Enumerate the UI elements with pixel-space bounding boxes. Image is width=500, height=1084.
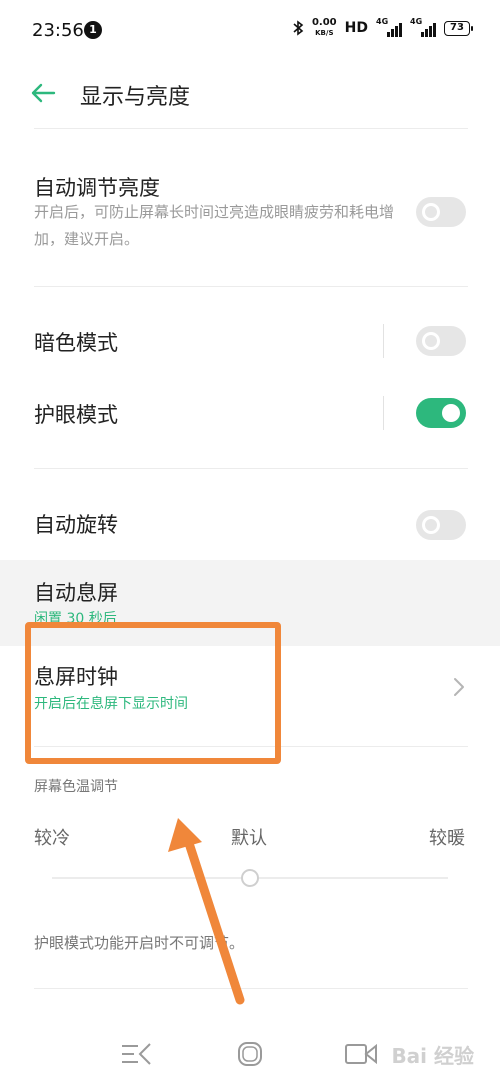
auto-brightness-description: 开启后，可防止屏幕长时间过亮造成眼睛疲劳和耗电增加，建议开启。 — [34, 203, 395, 248]
separator — [383, 324, 384, 358]
auto-rotate-toggle[interactable] — [416, 510, 466, 540]
eye-care-title: 护眼模式 — [34, 403, 118, 427]
watermark-logo: Bai 经验 — [391, 1044, 474, 1068]
back-nav-icon[interactable] — [344, 1040, 380, 1068]
network-speed-value: 0.00 — [311, 17, 337, 28]
auto-sleep-value: 闲置 30 秒后 — [34, 611, 117, 622]
annotation-arrow-icon — [168, 818, 245, 1005]
back-arrow-icon[interactable] — [30, 80, 56, 106]
divider — [34, 468, 468, 469]
status-indicators: 0.00 KB/S HD 4G 4G 73 — [292, 17, 473, 38]
annotation-highlight-box — [25, 622, 281, 764]
separator — [383, 396, 384, 430]
menu-nav-icon[interactable] — [118, 1040, 154, 1068]
dark-mode-title: 暗色模式 — [34, 331, 118, 355]
home-nav-icon[interactable] — [232, 1040, 268, 1068]
color-temp-section-label: 屏幕色温调节 — [34, 779, 118, 795]
dark-mode-toggle[interactable] — [416, 326, 466, 356]
network-speed: 0.00 KB/S — [312, 18, 337, 38]
page-title: 显示与亮度 — [80, 85, 191, 110]
network-speed-unit: KB/S — [315, 29, 334, 37]
auto-rotate-title: 自动旋转 — [34, 513, 118, 537]
signal-icon: 4G — [376, 17, 402, 37]
color-temp-cool-label: 较冷 — [34, 828, 70, 849]
hd-voice-indicator: HD — [344, 20, 368, 36]
auto-brightness-title: 自动调节亮度 — [34, 176, 160, 200]
chevron-right-icon — [454, 678, 464, 696]
signal-icon-2: 4G — [410, 17, 436, 37]
auto-brightness-toggle[interactable] — [416, 197, 466, 227]
bluetooth-icon — [293, 20, 304, 36]
auto-sleep-title: 自动息屏 — [34, 581, 118, 605]
divider — [34, 128, 468, 129]
battery-icon: 73 — [444, 20, 473, 36]
notification-badge: 1 — [84, 21, 102, 39]
status-bar: 23:56 1 0.00 KB/S HD 4G 4G 73 — [0, 0, 500, 60]
color-temp-warm-label: 较暖 — [429, 828, 465, 849]
divider — [34, 286, 468, 287]
app-header: 显示与亮度 — [0, 62, 500, 124]
eye-care-toggle[interactable] — [416, 398, 466, 428]
status-time: 23:56 — [32, 20, 84, 41]
